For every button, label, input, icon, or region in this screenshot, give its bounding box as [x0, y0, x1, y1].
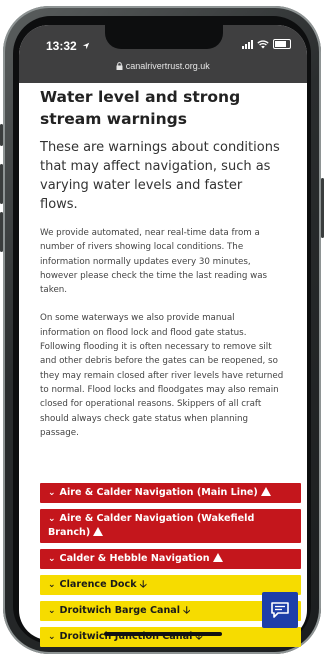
- chevron-down-icon: ⌄: [48, 514, 56, 524]
- warning-triangle-icon: [212, 553, 223, 562]
- page-title: Water level and strong stream warnings: [40, 88, 241, 128]
- arrow-down-icon: 🡣: [139, 579, 147, 590]
- chat-button[interactable]: [262, 592, 298, 628]
- status-bar: 13:32 canalrivertrust.org.uk: [19, 25, 307, 83]
- signal-icon: [242, 39, 253, 49]
- accordion-label: Droitwich Barge Canal: [59, 605, 181, 616]
- accordion-item-aire-calder-main[interactable]: ⌄ Aire & Calder Navigation (Main Line): [40, 483, 301, 503]
- status-time: 13:32: [46, 39, 90, 53]
- chevron-down-icon: ⌄: [48, 606, 56, 616]
- article: Water level and strong stream warnings T…: [40, 86, 284, 440]
- accordion-label: Calder & Hebble Navigation: [59, 553, 210, 564]
- chevron-down-icon: ⌄: [48, 554, 56, 564]
- location-arrow-icon: [82, 42, 90, 50]
- accordion-item-calder-hebble[interactable]: ⌄ Calder & Hebble Navigation: [40, 549, 301, 569]
- volume-down-button: [0, 212, 3, 252]
- notch: [105, 25, 223, 49]
- battery-icon: [273, 39, 291, 49]
- paragraph-flood-gates: On some waterways we also provide manual…: [40, 313, 284, 438]
- chevron-down-icon: ⌄: [48, 488, 56, 498]
- accordion-item-droitwich-junction[interactable]: ⌄ Droitwich Junction Canal 🡣: [40, 627, 301, 647]
- chevron-down-icon: ⌄: [48, 632, 56, 642]
- warning-triangle-icon: [260, 487, 271, 496]
- status-icons: [242, 39, 291, 49]
- intro-text: These are warnings about conditions that…: [40, 140, 280, 212]
- warning-triangle-icon: [93, 527, 104, 536]
- wifi-icon: [257, 39, 269, 48]
- lock-icon: [116, 62, 123, 70]
- home-indicator[interactable]: [104, 632, 222, 636]
- address-bar[interactable]: canalrivertrust.org.uk: [19, 61, 307, 71]
- mute-switch: [0, 124, 3, 146]
- status-time-text: 13:32: [46, 39, 77, 53]
- accordion-item-aire-calder-wakefield[interactable]: ⌄ Aire & Calder Navigation (Wakefield Bra…: [40, 509, 301, 543]
- accordion-label: Aire & Calder Navigation (Wakefield Bran…: [48, 513, 255, 538]
- accordion-label: Clarence Dock: [59, 579, 137, 590]
- address-text: canalrivertrust.org.uk: [125, 61, 210, 71]
- volume-up-button: [0, 164, 3, 204]
- paragraph-automated-data: We provide automated, near real-time dat…: [40, 228, 268, 296]
- arrow-down-icon: 🡣: [183, 605, 191, 616]
- chevron-down-icon: ⌄: [48, 580, 56, 590]
- power-button: [321, 178, 324, 238]
- chat-icon: [271, 602, 289, 618]
- accordion-label: Aire & Calder Navigation (Main Line): [59, 487, 258, 498]
